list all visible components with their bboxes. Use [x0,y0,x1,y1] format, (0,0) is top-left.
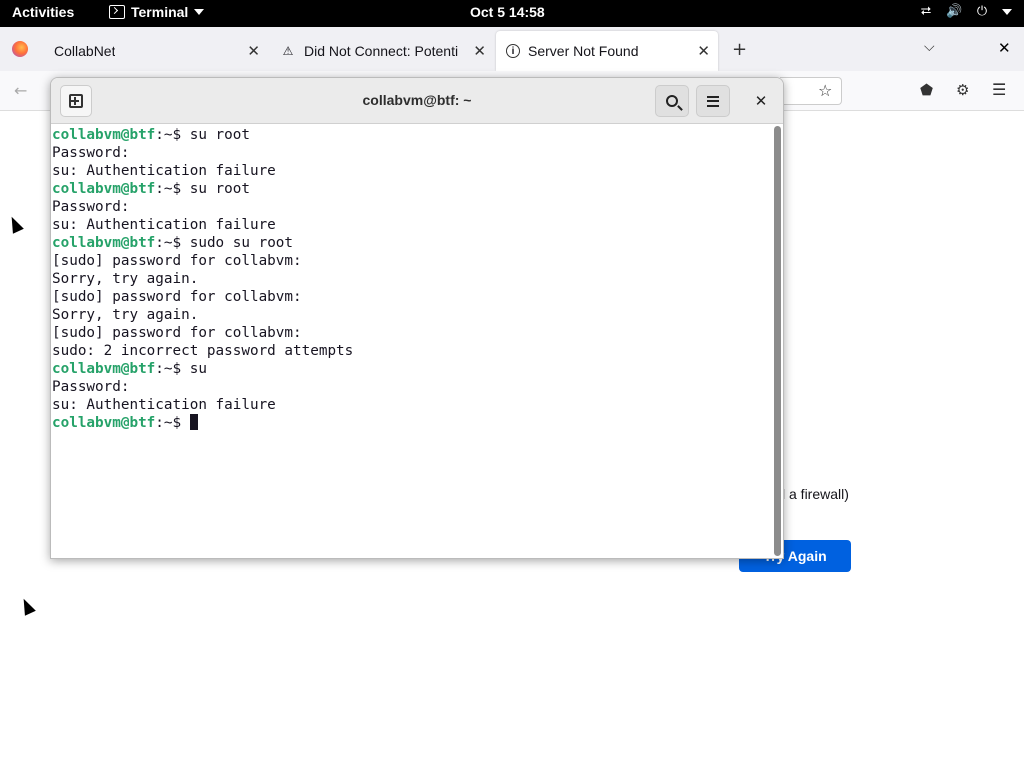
extensions-icon[interactable]: ⚙ [956,81,969,99]
terminal-line: Sorry, try again. [52,306,773,324]
close-icon[interactable]: ✕ [998,39,1011,57]
output-text: [sudo] password for collabvm: [52,253,302,269]
clock[interactable]: Oct 5 14:58 [470,4,545,20]
chevron-down-icon[interactable]: ⌵ [924,39,935,55]
output-text: Password: [52,199,130,215]
terminal-headerbar: collabvm@btf: ~ ✕ [51,78,783,124]
command-text: su [189,361,207,377]
terminal-line: Sorry, try again. [52,270,773,288]
tab-collabnet[interactable]: CollabNet ✕ [44,31,268,71]
command-text: su root [189,181,250,197]
prompt-path: :~$ [155,415,190,431]
search-icon [666,95,678,107]
output-text: Password: [52,145,130,161]
scrollbar[interactable] [774,126,781,556]
gnome-top-bar: Activities Terminal Oct 5 14:58 ⮂ 🔊 ⏻ [0,0,1024,27]
tab-did-not-connect[interactable]: ⚠ Did Not Connect: Potenti ✕ [270,31,494,71]
command-text: su root [189,127,250,143]
hamburger-menu-icon [707,95,719,107]
output-text: Password: [52,379,130,395]
terminal-line: collabvm@btf:~$ sudo su root [52,234,773,252]
output-text: [sudo] password for collabvm: [52,289,302,305]
close-icon[interactable]: ✕ [750,90,772,112]
tab-label: Server Not Found [528,43,639,59]
terminal-window: collabvm@btf: ~ ✕ collabvm@btf:~$ su roo… [50,77,784,559]
app-menu-label: Terminal [131,4,189,20]
terminal-line: Password: [52,198,773,216]
back-arrow-icon[interactable]: ← [14,81,27,100]
text-cursor [189,414,198,430]
terminal-line: collabvm@btf:~$ su root [52,126,773,144]
prompt-user-host: collabvm@btf [52,415,156,431]
close-icon[interactable]: ✕ [473,42,486,60]
menu-button[interactable] [696,85,730,117]
prompt-user-host: collabvm@btf [52,235,156,251]
hamburger-menu-icon[interactable]: ☰ [992,80,1006,99]
firefox-logo-icon [12,41,28,57]
output-text: su: Authentication failure [52,217,276,233]
close-icon[interactable]: ✕ [247,42,260,60]
output-text: sudo: 2 incorrect password attempts [52,343,354,359]
terminal-output[interactable]: collabvm@btf:~$ su root Password: su: Auth… [51,125,773,558]
tab-label: CollabNet [54,43,116,59]
output-text: Sorry, try again. [52,307,199,323]
terminal-line: Password: [52,378,773,396]
terminal-line: collabvm@btf:~$ [52,414,773,432]
terminal-line: [sudo] password for collabvm: [52,288,773,306]
prompt-path: :~$ [155,127,190,143]
chevron-down-icon [194,9,205,15]
network-icon: ⮂ [920,4,932,19]
prompt-path: :~$ [155,235,190,251]
volume-icon: 🔊 [946,4,963,19]
prompt-path: :~$ [155,361,190,377]
tab-label: Did Not Connect: Potenti [304,43,459,59]
output-text: su: Authentication failure [52,163,276,179]
terminal-line: collabvm@btf:~$ su [52,360,773,378]
power-icon: ⏻ [976,4,988,19]
command-text: sudo su root [189,235,294,251]
warning-icon: ⚠ [282,44,294,58]
bookmark-star-icon[interactable]: ☆ [818,81,832,100]
terminal-line: su: Authentication failure [52,162,773,180]
terminal-line: Password: [52,144,773,162]
activities-button[interactable]: Activities [12,4,74,20]
prompt-user-host: collabvm@btf [52,181,156,197]
terminal-line: [sudo] password for collabvm: [52,252,773,270]
close-icon[interactable]: ✕ [697,42,710,60]
chevron-down-icon [1002,9,1012,15]
system-status-area[interactable]: ⮂ 🔊 ⏻ [918,4,1012,20]
url-bar[interactable] [780,77,842,105]
output-text: su: Authentication failure [52,397,276,413]
pocket-icon[interactable]: ⬟ [920,81,933,99]
search-button[interactable] [655,85,689,117]
terminal-icon [109,5,125,19]
error-page-text: l a firewall) [782,486,849,502]
prompt-user-host: collabvm@btf [52,361,156,377]
terminal-line: sudo: 2 incorrect password attempts [52,342,773,360]
info-icon: i [506,44,520,58]
tab-server-not-found[interactable]: i Server Not Found ✕ [496,31,718,71]
new-tab-button[interactable]: + [732,39,747,60]
prompt-path: :~$ [155,181,190,197]
terminal-line: su: Authentication failure [52,216,773,234]
app-menu-button[interactable]: Terminal [109,4,205,20]
output-text: Sorry, try again. [52,271,199,287]
prompt-user-host: collabvm@btf [52,127,156,143]
firefox-tab-strip: CollabNet ✕ ⚠ Did Not Connect: Potenti ✕… [0,27,1024,71]
terminal-line: collabvm@btf:~$ su root [52,180,773,198]
terminal-line: su: Authentication failure [52,396,773,414]
output-text: [sudo] password for collabvm: [52,325,302,341]
terminal-line: [sudo] password for collabvm: [52,324,773,342]
